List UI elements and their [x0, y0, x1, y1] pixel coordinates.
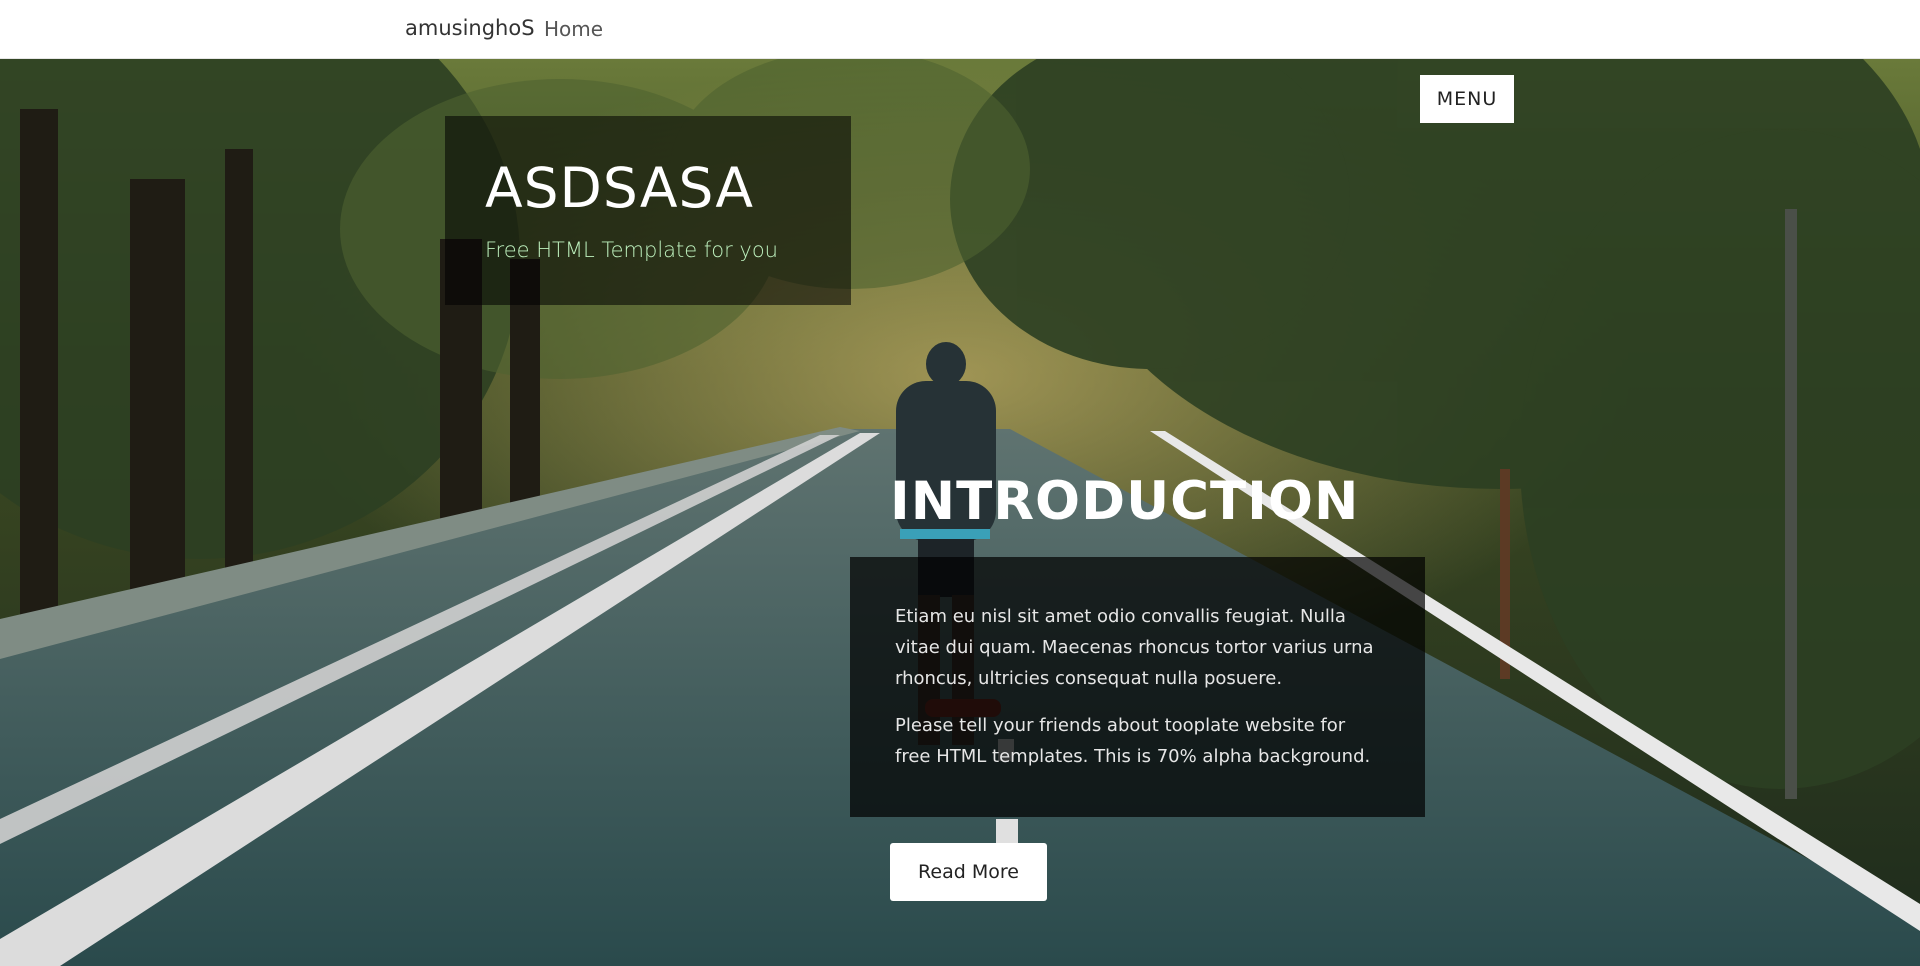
- read-more-button[interactable]: Read More: [890, 843, 1047, 901]
- nav-home-link[interactable]: Home: [544, 17, 603, 41]
- top-navbar: amusinghoS Home: [0, 0, 1920, 59]
- hero-section: MENU ASDSASA Free HTML Template for you …: [0, 59, 1920, 966]
- introduction-heading: INTRODUCTION: [890, 471, 1360, 532]
- brand-name[interactable]: amusinghoS: [405, 16, 535, 40]
- menu-button[interactable]: MENU: [1420, 75, 1514, 123]
- intro-paragraph: Etiam eu nisl sit amet odio convallis fe…: [895, 606, 1374, 689]
- introduction-panel: Etiam eu nisl sit amet odio convallis fe…: [850, 557, 1425, 817]
- intro-paragraph: Please tell your friends about tooplate …: [895, 715, 1371, 767]
- site-title-panel: ASDSASA Free HTML Template for you: [445, 116, 851, 305]
- site-subtitle: Free HTML Template for you: [485, 238, 778, 262]
- site-title: ASDSASA: [485, 156, 755, 220]
